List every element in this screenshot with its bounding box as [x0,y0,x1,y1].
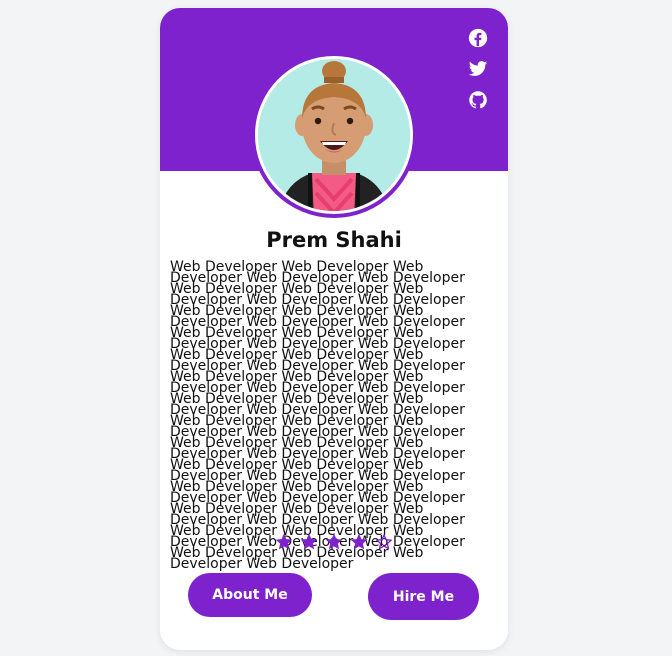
hire-me-button[interactable]: Hire Me [368,573,479,620]
profile-bio: Web Developer Web Developer Web Develope… [170,259,465,572]
profile-card: Prem Shahi Web Developer Web Developer W… [160,8,508,650]
profile-name: Prem Shahi [266,228,402,252]
avatar-image [255,56,413,214]
about-me-button[interactable]: About Me [188,573,312,617]
star-filled-icon[interactable] [274,532,294,552]
facebook-icon[interactable] [468,28,488,48]
avatar [251,52,417,218]
person-avatar-illustration [258,59,410,211]
twitter-icon[interactable] [468,59,488,79]
star-outline-icon[interactable] [374,532,394,552]
star-filled-icon[interactable] [299,532,319,552]
star-filled-icon[interactable] [349,532,369,552]
star-filled-icon[interactable] [324,532,344,552]
github-icon[interactable] [468,90,488,110]
rating-stars [160,532,508,552]
social-links [468,28,488,110]
